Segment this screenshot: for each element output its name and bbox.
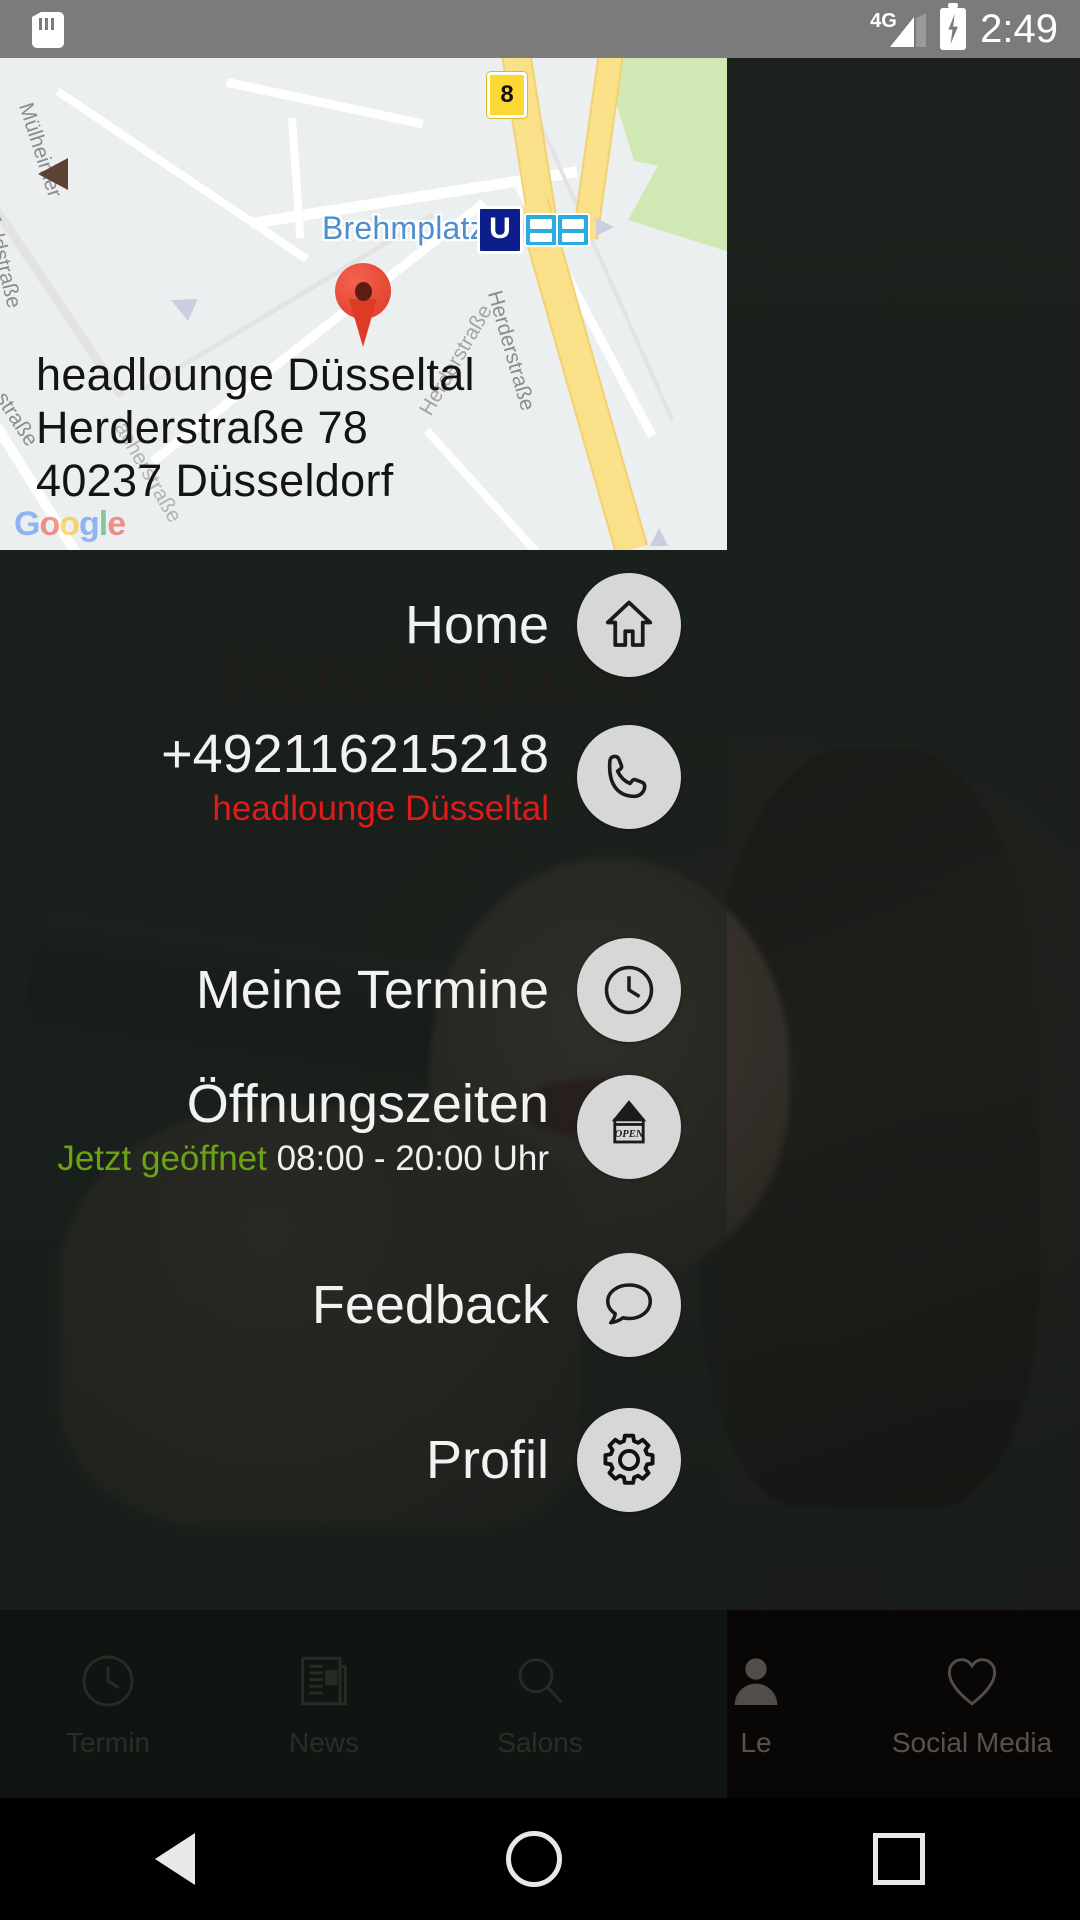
menu-item-meine-termine[interactable]: Meine Termine <box>196 938 681 1042</box>
status-icons: 4G 2:49 <box>870 0 1058 58</box>
navigation-drawer: Home +492116215218 headlounge Düsseltal <box>0 58 727 1798</box>
opening-hours: 08:00 - 20:00 Uhr <box>276 1139 549 1178</box>
gear-icon[interactable] <box>577 1408 681 1512</box>
menu-item-oeffnungszeiten[interactable]: Öffnungszeiten Jetzt geöffnet 08:00 - 20… <box>57 1073 681 1181</box>
recents-square-icon[interactable] <box>872 1833 925 1885</box>
signal-bars-icon: 4G <box>870 8 927 50</box>
open-status-badge: Jetzt geöffnet <box>57 1139 267 1178</box>
app-screen: Hereinspazie Termin News <box>0 0 1080 1920</box>
menu-item-phone[interactable]: +492116215218 headlounge Düsseltal <box>161 723 681 831</box>
status-bar: 4G 2:49 <box>0 0 1080 58</box>
drawer-scrim-right <box>727 58 1080 1798</box>
menu-hours-row: Jetzt geöffnet 08:00 - 20:00 Uhr <box>57 1137 549 1181</box>
android-nav-bar <box>0 1798 1080 1920</box>
menu-label: Home <box>404 595 549 655</box>
phone-icon[interactable] <box>577 725 681 829</box>
home-circle-icon[interactable] <box>505 1831 562 1887</box>
svg-text:OPEN: OPEN <box>615 1129 644 1140</box>
menu-label: +492116215218 <box>161 724 549 784</box>
menu-item-feedback[interactable]: Feedback <box>312 1253 681 1357</box>
speech-bubble-icon[interactable] <box>577 1253 681 1357</box>
menu-label: Öffnungszeiten <box>186 1074 549 1134</box>
sd-card-icon <box>32 12 64 48</box>
status-time: 2:49 <box>980 7 1058 51</box>
menu-item-home[interactable]: Home <box>405 573 681 677</box>
menu-sublabel: headlounge Düsseltal <box>212 789 549 828</box>
menu-item-profil[interactable]: Profil <box>426 1408 681 1512</box>
back-triangle-icon[interactable] <box>155 1833 196 1885</box>
home-icon[interactable] <box>577 573 681 677</box>
menu-label: Feedback <box>311 1275 549 1335</box>
menu-label: Profil <box>425 1430 549 1490</box>
battery-charging-icon <box>940 3 967 50</box>
clock-icon[interactable] <box>577 938 681 1042</box>
open-sign-icon[interactable]: OPEN <box>577 1075 681 1179</box>
menu-label: Meine Termine <box>195 960 549 1020</box>
